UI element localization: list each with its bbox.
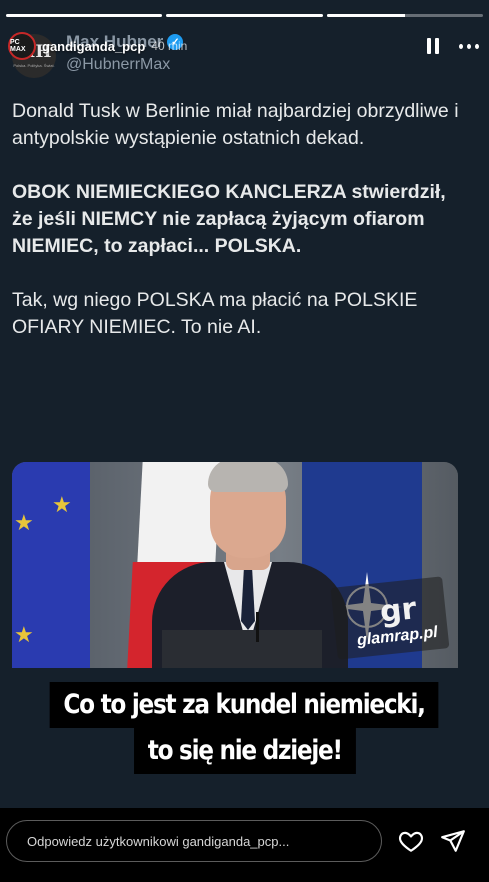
reply-placeholder: Odpowiedz użytkownikowi gandiganda_pcp..… xyxy=(27,833,290,849)
tweet-paragraph: Tak, wg niego POLSKA ma płacić na POLSKI… xyxy=(12,289,418,338)
caption-line: Co to jest za kundel niemiecki, xyxy=(50,682,439,728)
more-icon[interactable] xyxy=(459,43,479,49)
progress-segment xyxy=(6,14,163,17)
heart-icon[interactable] xyxy=(398,828,424,854)
story-viewer: MH Polska. Polityka. Świat. Max Hubner ✓… xyxy=(0,0,489,882)
speaker-hair xyxy=(208,462,288,492)
progress-fill xyxy=(326,14,405,17)
story-content[interactable]: MH Polska. Polityka. Świat. Max Hubner ✓… xyxy=(0,0,489,808)
story-time: 40 min xyxy=(151,39,188,53)
tweet-media-image[interactable]: ★ ★ ★ gr glamrap.pl xyxy=(12,462,458,668)
story-header-actions xyxy=(427,38,479,54)
microphone xyxy=(256,612,259,642)
reply-input[interactable]: Odpowiedz użytkownikowi gandiganda_pcp..… xyxy=(6,820,382,862)
story-header: PC MAX gandiganda_pcp 40 min xyxy=(8,28,479,64)
story-progress xyxy=(6,14,483,17)
progress-segment xyxy=(326,14,483,17)
tweet-text: Donald Tusk w Berlinie miał najbardziej … xyxy=(12,98,469,368)
progress-fill xyxy=(166,14,323,17)
lectern xyxy=(162,630,322,668)
progress-fill xyxy=(6,14,163,17)
send-icon[interactable] xyxy=(440,828,466,854)
watermark-logo: gr xyxy=(377,591,418,630)
story-username[interactable]: gandiganda_pcp xyxy=(42,39,145,54)
tweet-paragraph: OBOK NIEMIECKIEGO KANCLERZA stwierdził, … xyxy=(12,181,446,257)
progress-segment xyxy=(166,14,323,17)
story-avatar[interactable]: PC MAX xyxy=(8,32,36,60)
eu-flag: ★ ★ ★ xyxy=(12,462,90,668)
tweet-paragraph: Donald Tusk w Berlinie miał najbardziej … xyxy=(12,100,459,149)
story-caption: Co to jest za kundel niemiecki, to się n… xyxy=(0,682,489,774)
caption-line: to się nie dzieje! xyxy=(133,728,356,774)
pause-icon[interactable] xyxy=(427,38,441,54)
